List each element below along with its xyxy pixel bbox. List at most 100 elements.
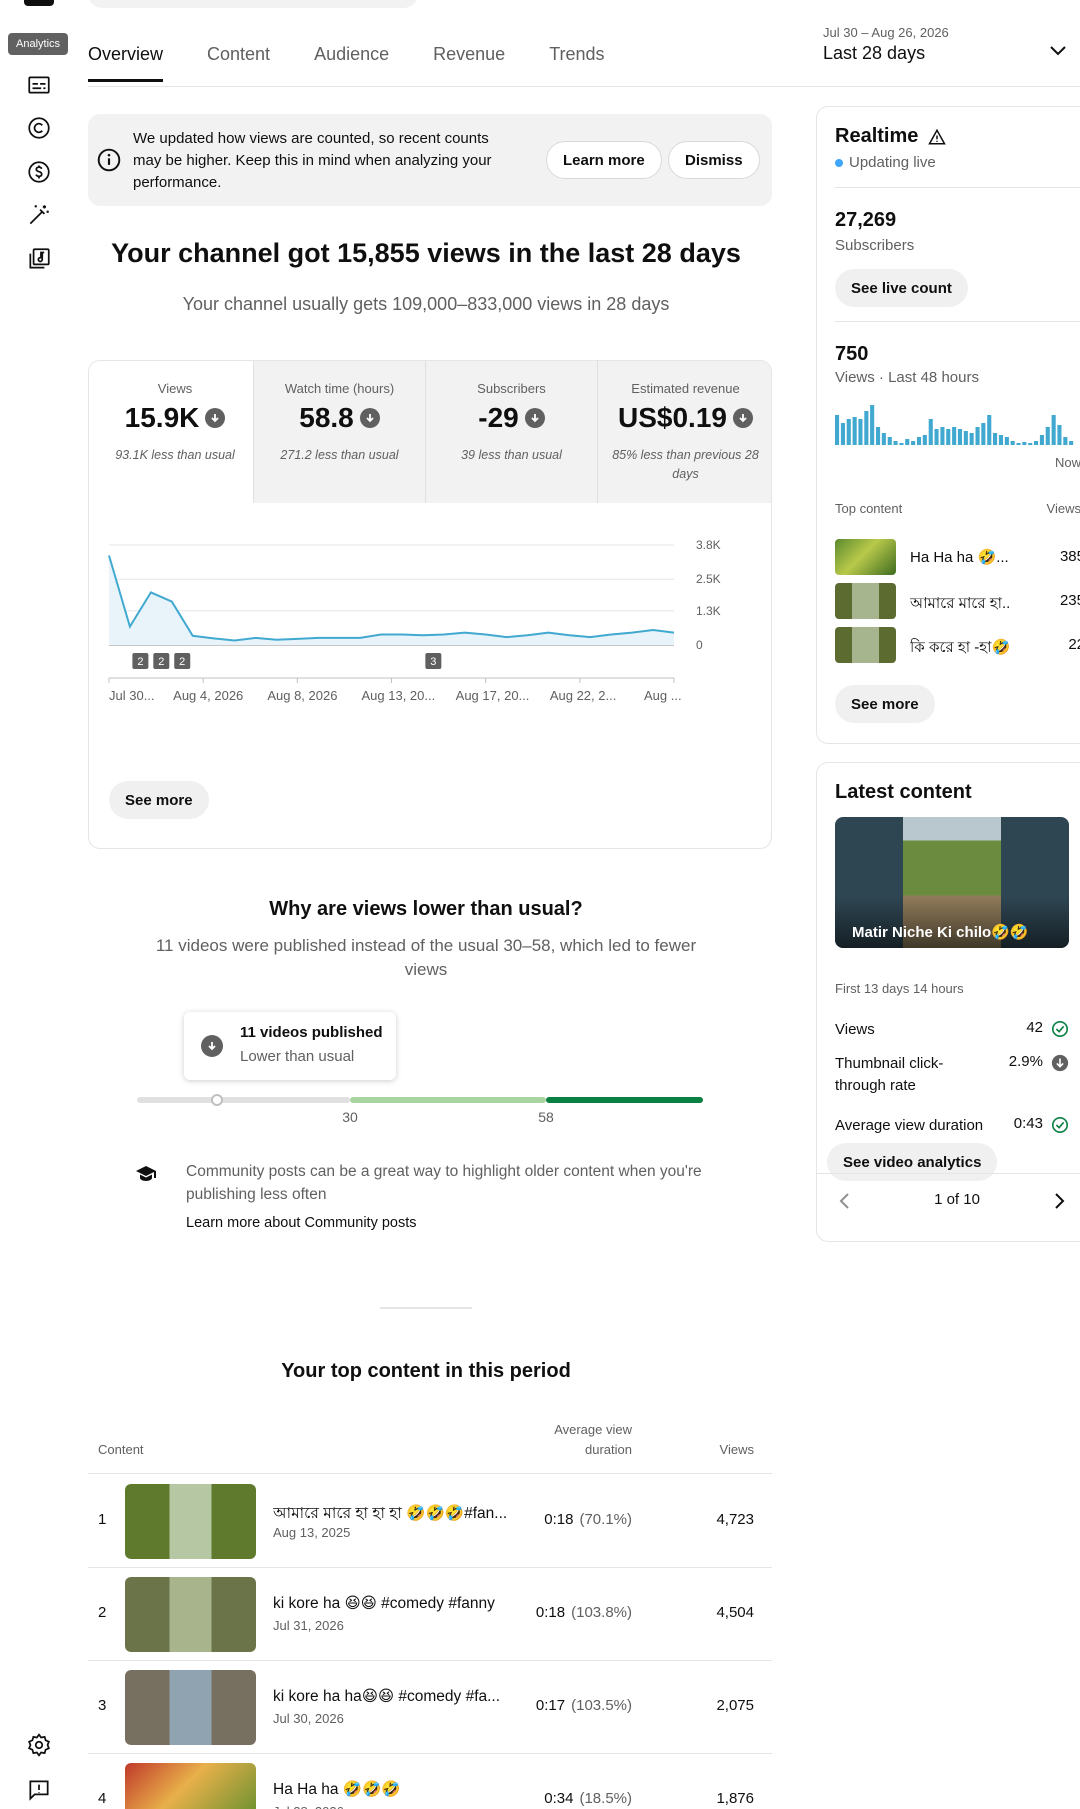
- dismiss-button[interactable]: Dismiss: [668, 141, 760, 179]
- arrow-down-circle-icon: [201, 1035, 223, 1057]
- row-title[interactable]: Ha Ha ha 🤣🤣🤣: [273, 1780, 508, 1799]
- metric-watch-time[interactable]: Watch time (hours) 58.8 271.2 less than …: [253, 361, 425, 503]
- subtitles-icon[interactable]: [24, 70, 54, 100]
- realtime-bar: [993, 433, 998, 445]
- magic-wand-icon[interactable]: [24, 200, 54, 230]
- divider: [835, 187, 1080, 188]
- table-row[interactable]: 4 Ha Ha ha 🤣🤣🤣 Jul 28, 2026 0:34 (18.5%) 1,87…: [88, 1754, 772, 1809]
- left-rail: Analytics: [0, 0, 80, 1809]
- chevron-down-icon[interactable]: [1046, 38, 1070, 62]
- stat-value: 2.9%: [1008, 1053, 1043, 1070]
- copyright-icon[interactable]: [24, 113, 54, 143]
- row-title[interactable]: ki kore ha 😆😆 #comedy #fanny: [273, 1594, 508, 1613]
- realtime-bar: [998, 435, 1003, 445]
- realtime-bar: [864, 411, 869, 445]
- realtime-bar: [1028, 443, 1033, 445]
- metric-value-row: 58.8: [254, 402, 425, 434]
- row-title[interactable]: ki kore ha ha😆😆 #comedy #fa...: [273, 1687, 508, 1706]
- warning-icon[interactable]: [928, 128, 947, 146]
- why-subtitle: 11 videos were published instead of the …: [155, 936, 697, 979]
- tab-divider: [88, 86, 1080, 87]
- latest-content-card: Latest content Matir Niche Ki chilo🤣🤣 Fi…: [816, 762, 1080, 1242]
- video-thumbnail: [835, 583, 896, 619]
- see-more-chart-button[interactable]: See more: [109, 781, 209, 819]
- analytics-icon[interactable]: [24, 0, 54, 6]
- tab-trends[interactable]: Trends: [549, 44, 604, 82]
- realtime-bar: [887, 437, 892, 445]
- key-metrics-card: Views 15.9K 93.1K less than usual Watch …: [88, 360, 772, 849]
- page-subline: Your channel usually gets 109,000–833,00…: [182, 294, 670, 314]
- realtime-bar: [870, 405, 875, 445]
- why-title: Why are views lower than usual?: [269, 898, 583, 920]
- realtime-top-item[interactable]: আমারে মারে হা... 235: [835, 583, 1080, 619]
- metric-revenue[interactable]: Estimated revenue US$0.19 85% less than …: [597, 361, 771, 503]
- monetization-icon[interactable]: [24, 157, 54, 187]
- tab-revenue[interactable]: Revenue: [433, 44, 505, 82]
- latest-video-thumbnail[interactable]: Matir Niche Ki chilo🤣🤣: [835, 817, 1069, 948]
- rail-tooltip: Analytics: [8, 33, 69, 55]
- community-posts-link[interactable]: Learn more about Community posts: [186, 1215, 417, 1231]
- see-live-count-button[interactable]: See live count: [835, 269, 968, 307]
- video-thumbnail[interactable]: [125, 1484, 256, 1559]
- row-title[interactable]: আমারে মারে হা হা হা 🤣🤣🤣#fan...: [273, 1501, 508, 1527]
- table-row[interactable]: 3 ki kore ha ha😆😆 #comedy #fa... Jul 30, 2…: [88, 1661, 772, 1754]
- range-low-label: 30: [342, 1109, 358, 1125]
- row-views: 4,504: [716, 1604, 754, 1621]
- divider: [835, 321, 1080, 322]
- realtime-bar: [981, 423, 986, 445]
- col-views[interactable]: Views: [720, 1442, 754, 1457]
- realtime-top-item[interactable]: Ha Ha ha 🤣... 385: [835, 539, 1080, 575]
- realtime-title: Realtime: [835, 125, 919, 147]
- audio-library-icon[interactable]: [24, 244, 54, 274]
- duration-value: 0:18: [535, 1604, 566, 1621]
- see-video-analytics-button[interactable]: See video analytics: [827, 1143, 998, 1181]
- tooltip-title: 11 videos published: [240, 1024, 383, 1041]
- feedback-icon[interactable]: [24, 1775, 54, 1805]
- row-date: Jul 30, 2026: [273, 1711, 344, 1726]
- realtime-item-title: কি করে হা -হা🤣...: [910, 639, 1010, 656]
- metric-value: US$0.19: [618, 402, 727, 433]
- y-tick-label: 2.5K: [696, 572, 721, 586]
- table-row[interactable]: 2 ki kore ha 😆😆 #comedy #fanny Jul 31, 202…: [88, 1568, 772, 1661]
- date-range-label: Last 28 days: [823, 43, 926, 63]
- tab-overview[interactable]: Overview: [88, 44, 164, 82]
- metric-subscribers[interactable]: Subscribers -29 39 less than usual: [425, 361, 597, 503]
- realtime-bar: [917, 437, 922, 445]
- col-duration[interactable]: Average view duration: [542, 1420, 632, 1460]
- metric-label: Watch time (hours): [284, 381, 395, 396]
- top-content-title: Your top content in this period: [281, 1360, 571, 1382]
- realtime-bar: [940, 427, 945, 445]
- arrow-down-circle-icon: [732, 408, 753, 428]
- learn-more-button[interactable]: Learn more: [546, 141, 662, 179]
- stat-label: Views: [835, 1021, 875, 1038]
- realtime-live: Updating live: [835, 154, 936, 171]
- metric-note: 271.2 less than usual: [280, 448, 399, 462]
- video-thumbnail[interactable]: [125, 1577, 256, 1652]
- realtime-bar: [905, 439, 910, 445]
- metric-note: 39 less than usual: [461, 448, 562, 462]
- analytics-tabs: Overview Content Audience Revenue Trends: [88, 44, 649, 82]
- tab-content[interactable]: Content: [207, 44, 270, 82]
- table-row[interactable]: 1 আমারে মারে হা হা হা 🤣🤣🤣#fan... Aug 13, 2…: [88, 1475, 772, 1568]
- video-marker-label: 2: [158, 656, 164, 668]
- duration-value: 0:17: [535, 1697, 566, 1714]
- realtime-bar: [1051, 415, 1056, 445]
- realtime-see-more-button[interactable]: See more: [835, 685, 935, 723]
- views-update-notice: We updated how views are counted, so rec…: [88, 114, 772, 206]
- subscriber-label: Subscribers: [835, 237, 915, 254]
- x-tick-label: Aug 13, 20...: [362, 688, 436, 703]
- date-range-picker[interactable]: Jul 30 – Aug 26, 2026 Last 28 days: [823, 25, 949, 64]
- video-thumbnail[interactable]: [125, 1670, 256, 1745]
- info-icon: [97, 148, 121, 172]
- stat-value: 42: [1026, 1019, 1043, 1036]
- settings-icon[interactable]: [24, 1730, 54, 1760]
- stat-value: 0:43: [1013, 1115, 1043, 1132]
- realtime-top-item[interactable]: কি করে হা -হা🤣... 22: [835, 627, 1080, 663]
- tab-audience[interactable]: Audience: [314, 44, 389, 82]
- search-bar[interactable]: [88, 0, 418, 8]
- graduation-cap-icon: [136, 1166, 156, 1181]
- video-thumbnail[interactable]: [125, 1763, 256, 1809]
- realtime-item-views: 235: [1059, 592, 1080, 609]
- chevron-right-icon[interactable]: [1049, 1191, 1069, 1211]
- metric-views[interactable]: Views 15.9K 93.1K less than usual: [89, 361, 261, 503]
